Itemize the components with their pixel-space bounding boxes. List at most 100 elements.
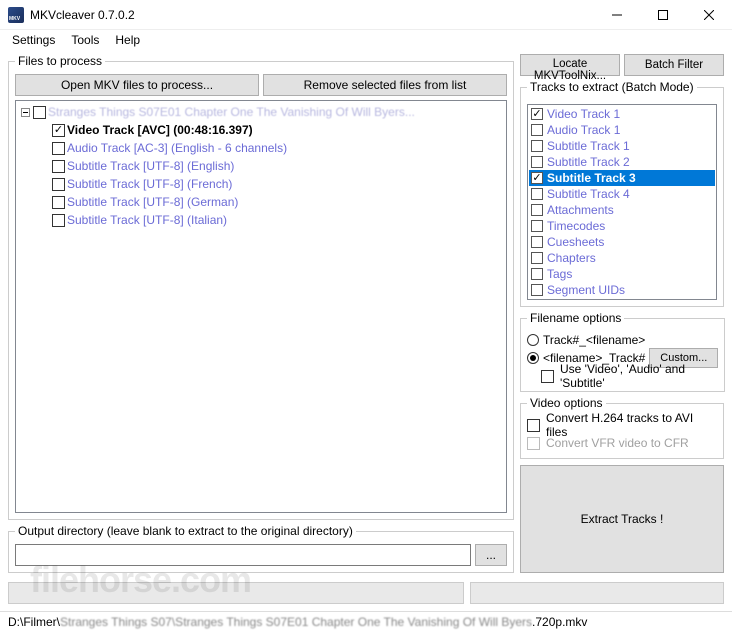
menu-help[interactable]: Help [109, 31, 146, 49]
tracks-legend: Tracks to extract (Batch Mode) [527, 80, 697, 94]
track-row[interactable]: Audio Track 1 [529, 122, 715, 138]
tree-item-checkbox[interactable] [52, 124, 65, 137]
tree-item[interactable]: Subtitle Track [UTF-8] (German) [16, 193, 506, 211]
window-title: MKVcleaver 0.7.0.2 [30, 8, 135, 22]
tree-item[interactable]: Subtitle Track [UTF-8] (English) [16, 157, 506, 175]
tree-item[interactable]: Audio Track [AC-3] (English - 6 channels… [16, 139, 506, 157]
track-label: Segment UIDs [547, 283, 625, 297]
tree-root-item[interactable]: Stranges Things S07E01 Chapter One The V… [16, 103, 506, 121]
track-row[interactable]: Subtitle Track 3 [529, 170, 715, 186]
open-mkv-button[interactable]: Open MKV files to process... [15, 74, 259, 96]
track-row[interactable]: Attachments [529, 202, 715, 218]
status-blur: Stranges Things S07\Stranges Things S07E… [60, 615, 532, 629]
app-icon [8, 7, 24, 23]
track-checkbox[interactable] [531, 236, 543, 248]
track-checkbox[interactable] [531, 124, 543, 136]
title-bar: MKVcleaver 0.7.0.2 [0, 0, 732, 30]
tree-item-label: Subtitle Track [UTF-8] (German) [67, 195, 238, 209]
convert-vfr-label: Convert VFR video to CFR [546, 436, 689, 450]
tree-root-label: Stranges Things S07E01 Chapter One The V… [48, 105, 415, 119]
track-checkbox[interactable] [531, 204, 543, 216]
tree-item-checkbox[interactable] [52, 160, 65, 173]
track-checkbox[interactable] [531, 252, 543, 264]
locate-mkvtoolnix-button[interactable]: Locate MKVToolNix... [520, 54, 620, 76]
status-prefix: D:\Filmer\ [8, 615, 60, 629]
track-row[interactable]: Chapters [529, 250, 715, 266]
track-checkbox[interactable] [531, 172, 543, 184]
convert-h264-checkbox[interactable] [527, 419, 540, 432]
track-label: Cuesheets [547, 235, 604, 249]
collapse-icon[interactable] [20, 107, 31, 118]
tree-item-label: Subtitle Track [UTF-8] (French) [67, 177, 232, 191]
status-suffix: .720p.mkv [532, 615, 587, 629]
tree-item-checkbox[interactable] [52, 214, 65, 227]
menu-tools[interactable]: Tools [65, 31, 105, 49]
menu-settings[interactable]: Settings [6, 31, 61, 49]
track-row[interactable]: Subtitle Track 1 [529, 138, 715, 154]
tree-item-checkbox[interactable] [52, 196, 65, 209]
output-legend: Output directory (leave blank to extract… [15, 524, 356, 538]
use-names-checkbox[interactable] [541, 370, 554, 383]
track-row[interactable]: Tags [529, 266, 715, 282]
track-row[interactable]: Video Track 1 [529, 106, 715, 122]
batch-filter-button[interactable]: Batch Filter [624, 54, 724, 76]
track-label: Chapters [547, 251, 596, 265]
track-label: Subtitle Track 2 [547, 155, 630, 169]
track-label: Attachments [547, 203, 614, 217]
output-directory-group: Output directory (leave blank to extract… [8, 524, 514, 573]
convert-vfr-checkbox [527, 437, 540, 450]
radio-filename-track[interactable] [527, 352, 539, 364]
track-row[interactable]: Segment UIDs [529, 282, 715, 298]
track-row[interactable]: Subtitle Track 4 [529, 186, 715, 202]
browse-button[interactable]: ... [475, 544, 507, 566]
track-checkbox[interactable] [531, 108, 543, 120]
track-label: Video Track 1 [547, 107, 620, 121]
tracks-to-extract-group: Tracks to extract (Batch Mode) Video Tra… [520, 80, 724, 307]
close-button[interactable] [686, 0, 732, 30]
track-checkbox[interactable] [531, 140, 543, 152]
video-options-group: Video options Convert H.264 tracks to AV… [520, 396, 724, 459]
track-label: Subtitle Track 3 [547, 171, 636, 185]
tree-item[interactable]: Subtitle Track [UTF-8] (Italian) [16, 211, 506, 229]
tracks-list[interactable]: Video Track 1 Audio Track 1 Subtitle Track… [527, 104, 717, 300]
track-checkbox[interactable] [531, 268, 543, 280]
track-label: Timecodes [547, 219, 605, 233]
track-checkbox[interactable] [531, 188, 543, 200]
extract-tracks-button[interactable]: Extract Tracks ! [520, 465, 724, 573]
output-directory-input[interactable] [15, 544, 471, 566]
use-names-label: Use 'Video', 'Audio' and 'Subtitle' [560, 362, 718, 390]
files-legend: Files to process [15, 54, 105, 68]
track-label: Subtitle Track 4 [547, 187, 630, 201]
track-row[interactable]: Cuesheets [529, 234, 715, 250]
radio-track-filename-label: Track#_<filename> [543, 333, 645, 347]
track-label: Subtitle Track 1 [547, 139, 630, 153]
status-bar: D:\Filmer\Stranges Things S07\Stranges T… [0, 611, 732, 633]
minimize-button[interactable] [594, 0, 640, 30]
root-checkbox[interactable] [33, 106, 46, 119]
filename-legend: Filename options [527, 311, 624, 325]
track-checkbox[interactable] [531, 220, 543, 232]
track-checkbox[interactable] [531, 156, 543, 168]
radio-track-filename[interactable] [527, 334, 539, 346]
remove-selected-button[interactable]: Remove selected files from list [263, 74, 507, 96]
maximize-button[interactable] [640, 0, 686, 30]
track-row[interactable]: Subtitle Track 2 [529, 154, 715, 170]
tree-item-checkbox[interactable] [52, 142, 65, 155]
convert-h264-label: Convert H.264 tracks to AVI files [546, 411, 717, 439]
progress-bar-total [470, 582, 724, 604]
file-tree[interactable]: Stranges Things S07E01 Chapter One The V… [15, 100, 507, 513]
track-label: Audio Track 1 [547, 123, 620, 137]
filename-options-group: Filename options Track#_<filename> <file… [520, 311, 725, 392]
files-to-process-group: Files to process Open MKV files to proce… [8, 54, 514, 520]
menu-bar: Settings Tools Help [0, 30, 732, 50]
track-label: Tags [547, 267, 572, 281]
tree-item-label: Subtitle Track [UTF-8] (Italian) [67, 213, 227, 227]
bottom-bar: filehorse.com [0, 575, 732, 611]
tree-item-checkbox[interactable] [52, 178, 65, 191]
track-checkbox[interactable] [531, 284, 543, 296]
tree-item-label: Video Track [AVC] (00:48:16.397) [67, 123, 253, 137]
tree-item[interactable]: Video Track [AVC] (00:48:16.397) [16, 121, 506, 139]
track-row[interactable]: Timecodes [529, 218, 715, 234]
video-legend: Video options [527, 396, 606, 410]
tree-item[interactable]: Subtitle Track [UTF-8] (French) [16, 175, 506, 193]
